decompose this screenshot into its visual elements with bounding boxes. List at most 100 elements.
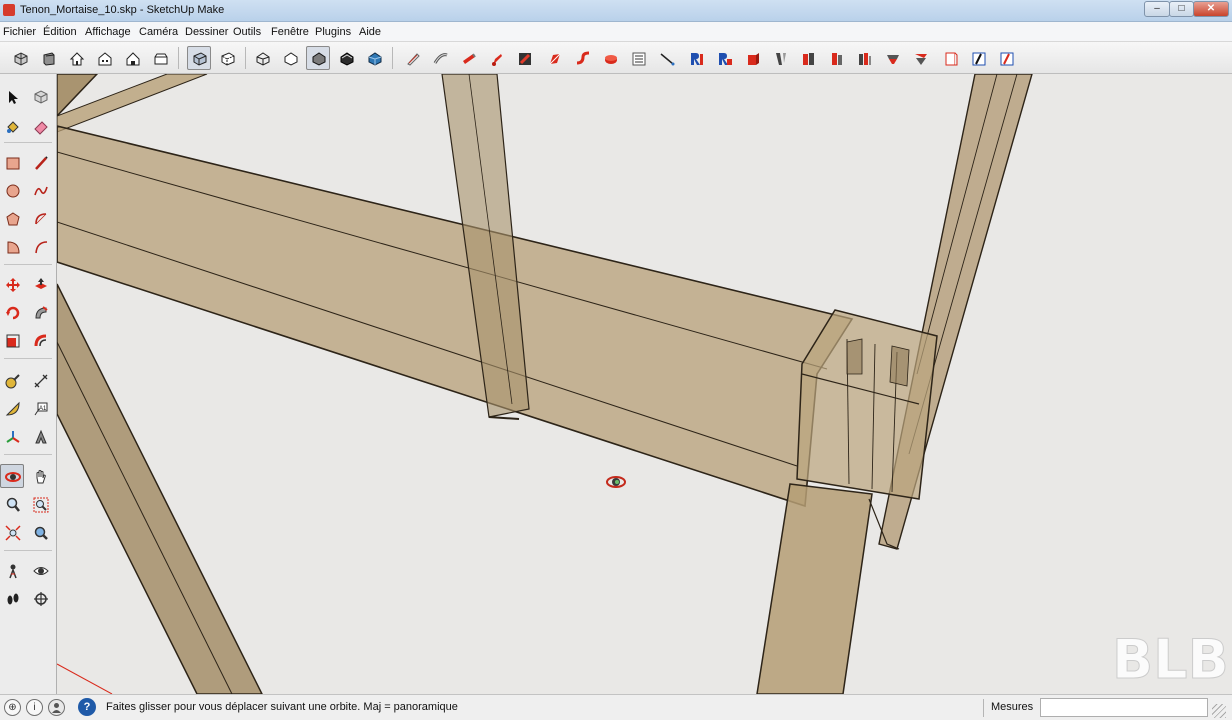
plugin-tool-5-icon[interactable] [512, 46, 536, 70]
svg-text:A1: A1 [39, 406, 47, 412]
plugin-tool-2-icon[interactable] [428, 46, 452, 70]
previous-view-icon[interactable] [28, 520, 52, 544]
circle-icon[interactable] [0, 178, 24, 202]
3d-text-icon[interactable] [28, 424, 52, 448]
push-pull-icon[interactable] [28, 272, 52, 296]
walk-icon[interactable] [0, 586, 24, 610]
move-icon[interactable] [0, 272, 24, 296]
offset-icon[interactable] [28, 328, 52, 352]
plugin-tool-7-icon[interactable] [570, 46, 594, 70]
line-icon[interactable] [28, 150, 52, 174]
menu-fenetre[interactable]: Fenêtre [271, 26, 309, 38]
plugin-tool-6-icon[interactable] [542, 46, 566, 70]
plugin-tool-14-icon[interactable] [824, 46, 848, 70]
horizontal-beam [57, 125, 854, 508]
dimension-icon[interactable] [28, 368, 52, 392]
plugin-tool-13-icon[interactable] [796, 46, 820, 70]
hidden-line-style-icon[interactable] [278, 46, 302, 70]
polygon-icon[interactable] [0, 206, 24, 230]
menu-aide[interactable]: Aide [359, 26, 381, 38]
back-edges-style-icon[interactable] [215, 46, 239, 70]
plugin-tool-19-icon[interactable] [966, 46, 990, 70]
status-instruction: Faites glisser pour vous déplacer suivan… [106, 701, 458, 713]
toolbar-divider [392, 47, 393, 69]
plugin-tool-15-icon[interactable] [852, 46, 876, 70]
select-icon[interactable] [0, 84, 24, 108]
measurements-input[interactable] [1040, 698, 1208, 717]
plugin-tool-9-icon[interactable] [684, 46, 708, 70]
plugin-tool-4-icon[interactable] [484, 46, 508, 70]
sketchup-app-icon [3, 4, 15, 16]
menu-edition[interactable]: Édition [43, 26, 77, 38]
follow-me-icon[interactable] [28, 300, 52, 324]
plugin-tool-20-icon[interactable] [994, 46, 1018, 70]
menu-affichage[interactable]: Affichage [85, 26, 131, 38]
plugin-tool-11-icon[interactable] [740, 46, 764, 70]
zoom-icon[interactable] [0, 492, 24, 516]
make-component-icon[interactable] [28, 84, 52, 108]
freehand-icon[interactable] [28, 178, 52, 202]
top-view-icon[interactable] [64, 46, 88, 70]
iso-view-icon[interactable] [36, 46, 60, 70]
wireframe-style-icon[interactable] [306, 46, 330, 70]
paint-bucket-icon[interactable] [0, 114, 24, 138]
menu-plugins[interactable]: Plugins [315, 26, 351, 38]
axes-icon[interactable] [0, 424, 24, 448]
arc-2pt-icon[interactable] [28, 234, 52, 258]
plugin-tool-18-icon[interactable] [938, 46, 962, 70]
plugin-tool-16-icon[interactable] [880, 46, 904, 70]
plugin-tool-1-icon[interactable] [400, 46, 424, 70]
scale-icon[interactable] [0, 328, 24, 352]
plugin-list-icon[interactable] [626, 46, 650, 70]
position-camera-icon[interactable] [0, 558, 24, 582]
tape-measure-icon[interactable] [0, 368, 24, 392]
look-around-icon[interactable] [28, 558, 52, 582]
right-view-icon[interactable] [120, 46, 144, 70]
minimize-button[interactable]: – [1144, 1, 1170, 17]
plugin-tool-10-icon[interactable] [712, 46, 736, 70]
plugin-tool-8-icon[interactable] [598, 46, 622, 70]
section-plane-icon[interactable] [28, 586, 52, 610]
shaded-style-icon[interactable] [334, 46, 358, 70]
menu-bar: Fichier Édition Affichage Caméra Dessine… [0, 22, 1232, 42]
title-bar: Tenon_Mortaise_10.skp - SketchUp Make – … [0, 0, 1232, 22]
arc-icon[interactable] [28, 206, 52, 230]
wireframe-style-icon-plain[interactable] [250, 46, 274, 70]
zoom-extents-icon[interactable] [0, 520, 24, 544]
orbit-icon[interactable] [0, 464, 24, 488]
lower-post [756, 483, 873, 694]
close-button[interactable]: ✕ [1193, 1, 1229, 17]
menu-fichier[interactable]: Fichier [3, 26, 36, 38]
maximize-button[interactable]: □ [1169, 1, 1194, 17]
pan-icon[interactable] [28, 464, 52, 488]
camera-views-icon[interactable] [8, 46, 32, 70]
menu-outils[interactable]: Outils [233, 26, 261, 38]
resize-grip[interactable] [1212, 704, 1226, 718]
plugin-tool-12-icon[interactable] [768, 46, 792, 70]
pie-icon[interactable] [0, 234, 24, 258]
menu-dessiner[interactable]: Dessiner [185, 26, 228, 38]
xray-style-icon[interactable] [187, 46, 211, 70]
rectangle-icon[interactable] [0, 150, 24, 174]
help-icon[interactable]: ? [78, 698, 96, 716]
menu-camera[interactable]: Caméra [139, 26, 178, 38]
plugin-tool-17-icon[interactable] [908, 46, 932, 70]
zoom-window-icon[interactable] [28, 492, 52, 516]
plugin-tool-3-icon[interactable] [456, 46, 480, 70]
palette-divider [4, 264, 52, 265]
palette-divider [4, 454, 52, 455]
rotate-icon[interactable] [0, 300, 24, 324]
protractor-icon[interactable] [0, 396, 24, 420]
model-viewport[interactable]: BLB [57, 74, 1232, 694]
text-icon[interactable]: A1 [28, 396, 52, 420]
shaded-textures-style-icon[interactable] [362, 46, 386, 70]
user-account-icon[interactable] [48, 699, 65, 716]
svg-text:BLB: BLB [1112, 628, 1229, 691]
geo-location-icon[interactable]: ⊕ [4, 699, 21, 716]
plugin-line-icon[interactable] [654, 46, 678, 70]
front-view-icon[interactable] [92, 46, 116, 70]
left-tool-palette: A1 [0, 74, 57, 694]
eraser-icon[interactable] [28, 114, 52, 138]
back-view-icon[interactable] [148, 46, 172, 70]
info-icon[interactable]: i [26, 699, 43, 716]
